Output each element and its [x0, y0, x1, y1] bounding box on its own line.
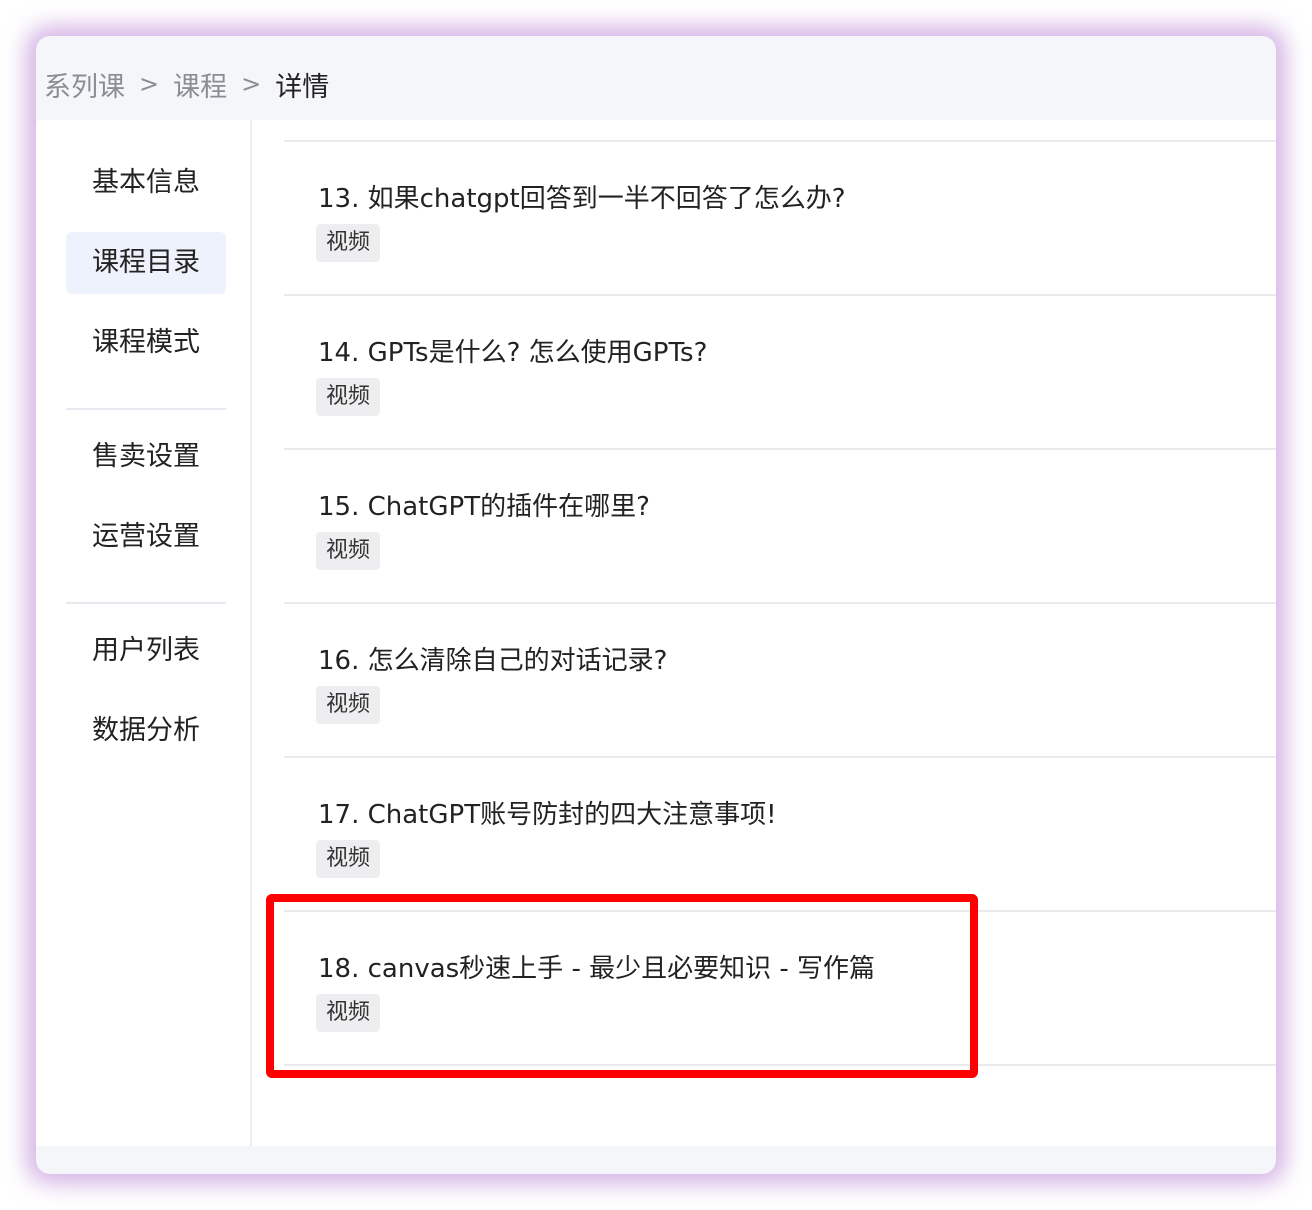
- video-tag: 视频: [316, 686, 380, 724]
- breadcrumb-detail: 详情: [275, 71, 330, 103]
- sidebar: 基本信息 课程目录 课程模式 售卖设置 运营设置 用户列表 数据分析: [36, 120, 252, 1146]
- lesson-title: 15. ChatGPT的插件在哪里?: [318, 492, 650, 522]
- list-item[interactable]: 16. 怎么清除自己的对话记录? 视频: [284, 604, 1276, 756]
- chevron-right-icon: >: [139, 70, 160, 98]
- list-item[interactable]: 15. ChatGPT的插件在哪里? 视频: [284, 450, 1276, 602]
- lesson-title: 17. ChatGPT账号防封的四大注意事项!: [318, 800, 777, 830]
- lesson-title: 14. GPTs是什么? 怎么使用GPTs?: [318, 338, 708, 368]
- list-item[interactable]: 18. canvas秒速上手 - 最少且必要知识 - 写作篇 视频: [284, 912, 1276, 1064]
- breadcrumb-series[interactable]: 系列课: [44, 65, 125, 104]
- catalog-list: 13. 如果chatgpt回答到一半不回答了怎么办? 视频 14. GPTs是什…: [284, 120, 1276, 1146]
- sidebar-divider: [66, 408, 226, 410]
- breadcrumb: 系列课 > 课程 > 详情: [44, 65, 330, 104]
- list-item[interactable]: 13. 如果chatgpt回答到一半不回答了怎么办? 视频: [284, 142, 1276, 294]
- sidebar-item-user-list[interactable]: 用户列表: [66, 620, 226, 682]
- sidebar-item-sales-settings[interactable]: 售卖设置: [66, 426, 226, 488]
- sidebar-item-operation-settings[interactable]: 运营设置: [66, 506, 226, 568]
- main-panel: 基本信息 课程目录 课程模式 售卖设置 运营设置 用户列表 数据分析 13. 如…: [36, 120, 1276, 1146]
- breadcrumb-course[interactable]: 课程: [173, 65, 227, 104]
- list-divider: [284, 1064, 1276, 1066]
- video-tag: 视频: [316, 840, 380, 878]
- video-tag: 视频: [316, 532, 380, 570]
- lesson-title: 18. canvas秒速上手 - 最少且必要知识 - 写作篇: [318, 954, 876, 984]
- lesson-title: 13. 如果chatgpt回答到一半不回答了怎么办?: [318, 184, 846, 214]
- app-window: 系列课 > 课程 > 详情 基本信息 课程目录 课程模式 售卖设置 运营设置 用…: [36, 36, 1276, 1174]
- video-tag: 视频: [316, 224, 380, 262]
- video-tag: 视频: [316, 378, 380, 416]
- sidebar-item-course-catalog[interactable]: 课程目录: [66, 232, 226, 294]
- sidebar-item-data-analysis[interactable]: 数据分析: [66, 700, 226, 762]
- sidebar-divider: [66, 602, 226, 604]
- sidebar-item-course-mode[interactable]: 课程模式: [66, 312, 226, 374]
- lesson-title: 16. 怎么清除自己的对话记录?: [318, 646, 668, 676]
- list-item[interactable]: 14. GPTs是什么? 怎么使用GPTs? 视频: [284, 296, 1276, 448]
- list-item[interactable]: 17. ChatGPT账号防封的四大注意事项! 视频: [284, 758, 1276, 910]
- video-tag: 视频: [316, 994, 380, 1032]
- chevron-right-icon: >: [241, 70, 262, 98]
- sidebar-item-basic-info[interactable]: 基本信息: [66, 152, 226, 214]
